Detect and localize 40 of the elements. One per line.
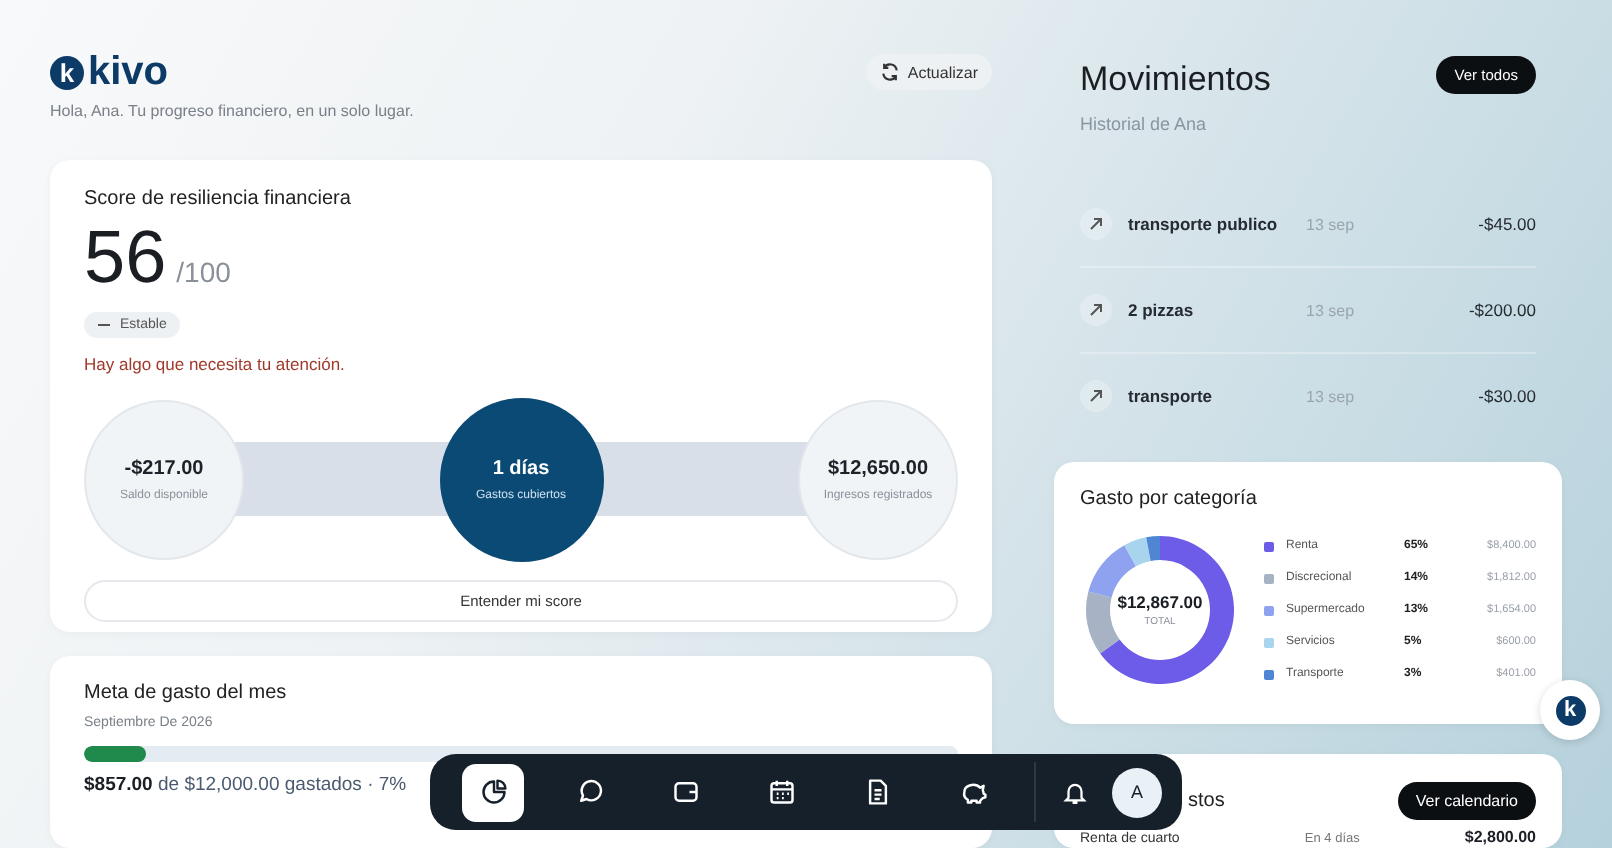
logo-text: kivo — [88, 54, 169, 90]
stat-value: 1 días — [492, 458, 550, 480]
movement-amount: -$45.00 — [1476, 214, 1536, 234]
card-title: stos — [1188, 789, 1225, 811]
calendar-icon — [767, 778, 795, 806]
movement-date: 13 sep — [1306, 387, 1357, 405]
refresh-icon — [879, 62, 900, 82]
chat-icon — [575, 778, 603, 806]
alert-text: Hay algo que necesita tu atención. — [84, 354, 347, 374]
pie-chart-icon — [479, 778, 507, 806]
greeting-text: Hola, Ana. Tu progreso financiero, en un solo lugar. — [50, 102, 416, 120]
piggy-bank-icon — [959, 778, 987, 806]
movement-name: 2 pizzas — [1128, 300, 1196, 320]
section-subtitle: Historial de Ana — [1080, 114, 1209, 134]
nav-chart-button[interactable] — [462, 763, 524, 821]
movement-amount: -$30.00 — [1476, 386, 1536, 406]
section-title: Movimientos — [1080, 60, 1271, 100]
movement-date: 13 sep — [1306, 301, 1357, 319]
card-title: Score de resiliencia financiera — [84, 188, 353, 210]
movement-name: transporte — [1128, 386, 1215, 406]
spent-text: $857.00 de $12,000.00 gastados · 7% — [84, 774, 407, 797]
expense-amount: $2,800.00 — [1464, 830, 1536, 846]
bell-icon — [1061, 779, 1087, 805]
movement-amount: -$200.00 — [1466, 300, 1536, 320]
movement-name: transporte publico — [1128, 214, 1280, 234]
card-title: Gasto por categoría — [1080, 488, 1259, 510]
calendar-button[interactable]: Ver calendario — [1397, 781, 1536, 819]
movement-date: 13 sep — [1306, 215, 1357, 233]
avatar-button[interactable]: A — [1112, 767, 1162, 817]
total-value: $12,867.00 — [1117, 592, 1203, 612]
refresh-button[interactable]: Actualizar — [865, 54, 992, 90]
stat-value: $12,650.00 — [827, 458, 929, 480]
score-max: /100 — [176, 256, 231, 288]
assistant-button[interactable]: k — [1540, 680, 1600, 740]
stat-value: -$217.00 — [124, 458, 204, 480]
score-value: 56 — [84, 220, 167, 296]
card-title: Meta de gasto del mes — [84, 682, 289, 705]
wallet-icon — [671, 778, 699, 806]
document-icon — [863, 778, 891, 806]
logo-mark: k — [50, 55, 84, 89]
